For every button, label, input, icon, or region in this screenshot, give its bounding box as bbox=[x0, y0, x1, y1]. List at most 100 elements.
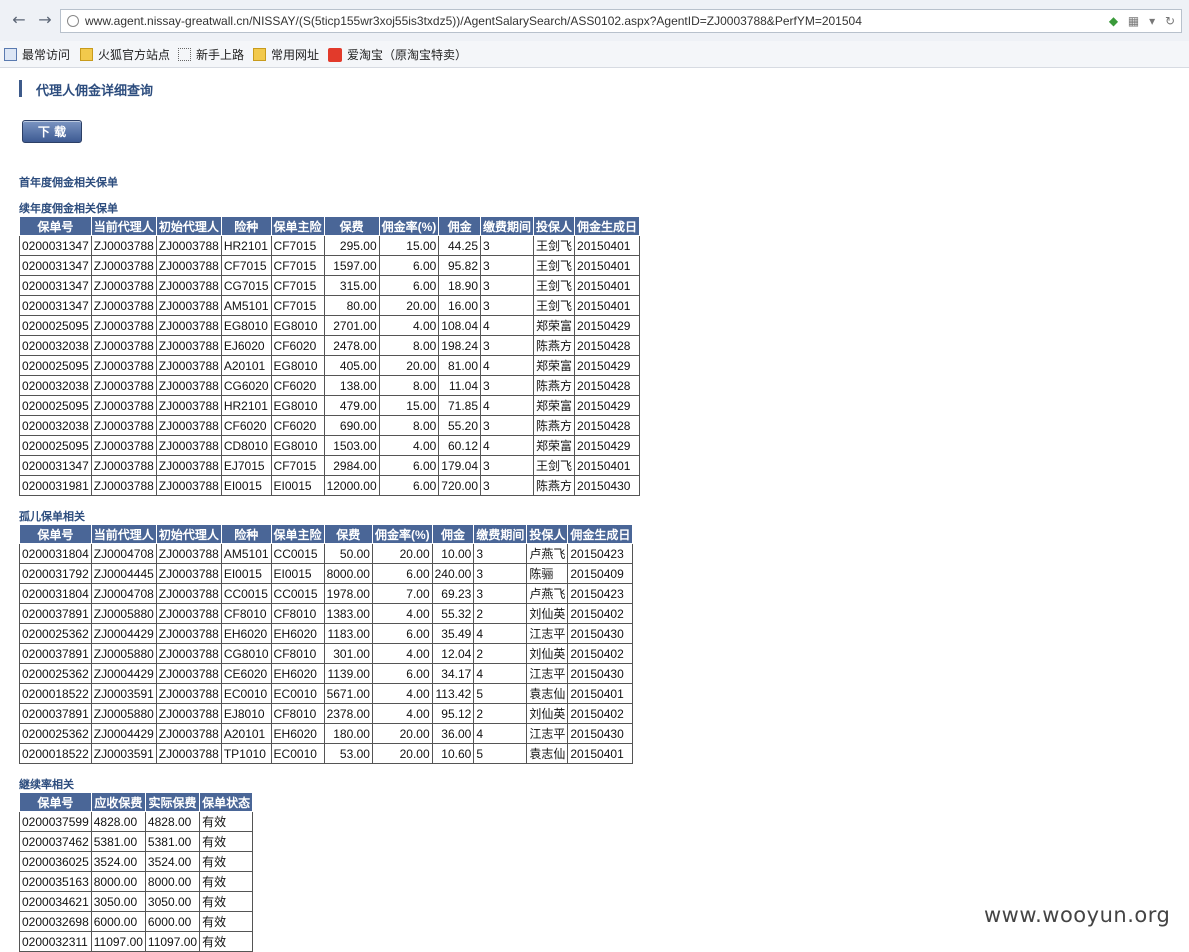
table-cell: 405.00 bbox=[323, 355, 380, 376]
table-cell: 34.17 bbox=[431, 663, 475, 684]
refresh-icon[interactable]: ↻ bbox=[1165, 14, 1175, 28]
table-cell: CF7015 bbox=[270, 275, 325, 296]
table-cell: EJ6020 bbox=[220, 335, 272, 356]
table-cell: 3524.00 bbox=[144, 851, 201, 872]
table-cell: 0200025095 bbox=[19, 395, 92, 416]
table-row: 0200037891 ZJ0005880 ZJ0003788 EJ8010 CF8010… bbox=[19, 703, 634, 724]
table-cell: ZJ0003788 bbox=[90, 415, 157, 436]
table-cell: ZJ0003788 bbox=[155, 455, 222, 476]
table-cell: 198.24 bbox=[438, 335, 481, 356]
dotted-folder-icon bbox=[178, 48, 191, 61]
table-cell: 55.20 bbox=[438, 415, 481, 436]
dropdown-chevron-icon[interactable]: ▾ bbox=[1149, 14, 1155, 28]
table-cell: ZJ0003788 bbox=[155, 583, 222, 604]
column-header: 保单主险 bbox=[270, 524, 325, 544]
table-cell: 240.00 bbox=[431, 563, 475, 584]
table-cell: ZJ0003788 bbox=[90, 275, 157, 296]
column-header: 佣金生成日 bbox=[574, 216, 641, 236]
table-cell: 20150402 bbox=[567, 603, 634, 624]
table-cell: 江志平 bbox=[526, 663, 569, 684]
table-cell: 0200031804 bbox=[19, 583, 92, 604]
address-bar[interactable]: www.agent.nissay-greatwall.cn/NISSAY/(S(… bbox=[60, 9, 1182, 33]
table-cell: 95.82 bbox=[438, 255, 481, 276]
table-cell: 20.00 bbox=[371, 543, 433, 564]
table-cell: HR2101 bbox=[220, 235, 272, 256]
table-cell: ZJ0003788 bbox=[155, 395, 222, 416]
table-cell: 2984.00 bbox=[323, 455, 380, 476]
table-cell: 20150429 bbox=[574, 395, 641, 416]
table-cell: 0200037462 bbox=[19, 831, 92, 852]
table-cell: 8000.00 bbox=[323, 563, 373, 584]
table-cell: 0200032311 bbox=[19, 931, 92, 952]
table-cell: 陈燕方 bbox=[533, 415, 576, 436]
table-cell: 10.00 bbox=[431, 543, 475, 564]
url-text[interactable]: www.agent.nissay-greatwall.cn/NISSAY/(S(… bbox=[85, 14, 862, 28]
table-cell: CG6020 bbox=[220, 375, 272, 396]
table-row: 0200025095 ZJ0003788 ZJ0003788 EG8010 EG8010… bbox=[19, 315, 641, 336]
table-cell: 0200025095 bbox=[19, 355, 92, 376]
bookmark-frequent[interactable]: 最常访问 bbox=[4, 46, 70, 63]
table-cell: 108.04 bbox=[438, 315, 481, 336]
table-cell: ZJ0005880 bbox=[90, 703, 157, 724]
bookmark-taobao[interactable]: 爱淘宝（原淘宝特卖） bbox=[328, 46, 467, 63]
table-cell: EI0015 bbox=[220, 563, 272, 584]
table-cell: EG8010 bbox=[270, 315, 325, 336]
table-cell: 11.04 bbox=[438, 375, 481, 396]
table-cell: TP1010 bbox=[220, 743, 272, 764]
table-cell: EC0010 bbox=[220, 683, 272, 704]
shield-icon[interactable]: ◆ bbox=[1109, 14, 1118, 28]
table-cell: 20.00 bbox=[378, 355, 440, 376]
table-cell: 袁志仙 bbox=[526, 683, 569, 704]
table-cell: 5 bbox=[473, 743, 528, 764]
back-arrow-icon[interactable]: ← bbox=[10, 11, 28, 29]
table-cell: 0200037599 bbox=[19, 811, 92, 832]
bookmark-firefox[interactable]: 火狐官方站点 bbox=[80, 46, 170, 63]
table-cell: 4.00 bbox=[371, 603, 433, 624]
table-cell: 20150430 bbox=[567, 723, 634, 744]
table-cell: 6.00 bbox=[371, 623, 433, 644]
table-cell: ZJ0003788 bbox=[90, 335, 157, 356]
table-cell: 郑荣富 bbox=[533, 435, 576, 456]
table-cell: 20150428 bbox=[574, 375, 641, 396]
table-cell: 20150423 bbox=[567, 583, 634, 604]
table-cell: 4 bbox=[479, 395, 535, 416]
table-cell: ZJ0003788 bbox=[155, 683, 222, 704]
table-cell: 69.23 bbox=[431, 583, 475, 604]
column-header: 投保人 bbox=[526, 524, 569, 544]
table-row: 0200025362 ZJ0004429 ZJ0003788 EH6020 EH6020… bbox=[19, 623, 634, 644]
bookmark-common-sites[interactable]: 常用网址 bbox=[253, 46, 319, 63]
table-cell: EC0010 bbox=[270, 743, 325, 764]
table-cell: 479.00 bbox=[323, 395, 380, 416]
table-cell: 0200037891 bbox=[19, 603, 92, 624]
section-persistency: 継续率相关 bbox=[19, 778, 74, 791]
download-button[interactable]: 下 载 bbox=[22, 120, 82, 143]
table-cell: ZJ0003788 bbox=[90, 235, 157, 256]
table-cell: EH6020 bbox=[270, 663, 325, 684]
table-cell: 20.00 bbox=[378, 295, 440, 316]
table-cell: 4.00 bbox=[371, 703, 433, 724]
column-header: 初始代理人 bbox=[155, 216, 222, 236]
table-cell: 80.00 bbox=[323, 295, 380, 316]
table-cell: ZJ0003591 bbox=[90, 743, 157, 764]
table-row: 0200032038 ZJ0003788 ZJ0003788 CF6020 CF6020… bbox=[19, 415, 641, 436]
bookmark-getting-started[interactable]: 新手上路 bbox=[178, 46, 244, 63]
column-header: 佣金 bbox=[431, 524, 475, 544]
forward-arrow-icon[interactable]: → bbox=[36, 11, 54, 29]
table-cell: 6.00 bbox=[378, 455, 440, 476]
table-cell: 有效 bbox=[199, 931, 254, 952]
table-cell: ZJ0003788 bbox=[155, 415, 222, 436]
table-cell: 0200025095 bbox=[19, 315, 92, 336]
table-cell: 0200031347 bbox=[19, 455, 92, 476]
qr-code-icon[interactable]: ▦ bbox=[1128, 14, 1139, 28]
table-cell: 3 bbox=[479, 275, 535, 296]
table-cell: 3 bbox=[479, 415, 535, 436]
table-cell: ZJ0003788 bbox=[90, 455, 157, 476]
table-row: 0200031981 ZJ0003788 ZJ0003788 EI0015 EI0015… bbox=[19, 475, 641, 496]
table-cell: 袁志仙 bbox=[526, 743, 569, 764]
bookmarks-bar: 最常访问 火狐官方站点 新手上路 常用网址 爱淘宝（原淘宝特卖） bbox=[0, 41, 1189, 68]
table-cell: 卢燕飞 bbox=[526, 583, 569, 604]
column-header: 初始代理人 bbox=[155, 524, 222, 544]
table-cell: AM5101 bbox=[220, 295, 272, 316]
table-cell: EH6020 bbox=[270, 723, 325, 744]
table-cell: 20150428 bbox=[574, 415, 641, 436]
